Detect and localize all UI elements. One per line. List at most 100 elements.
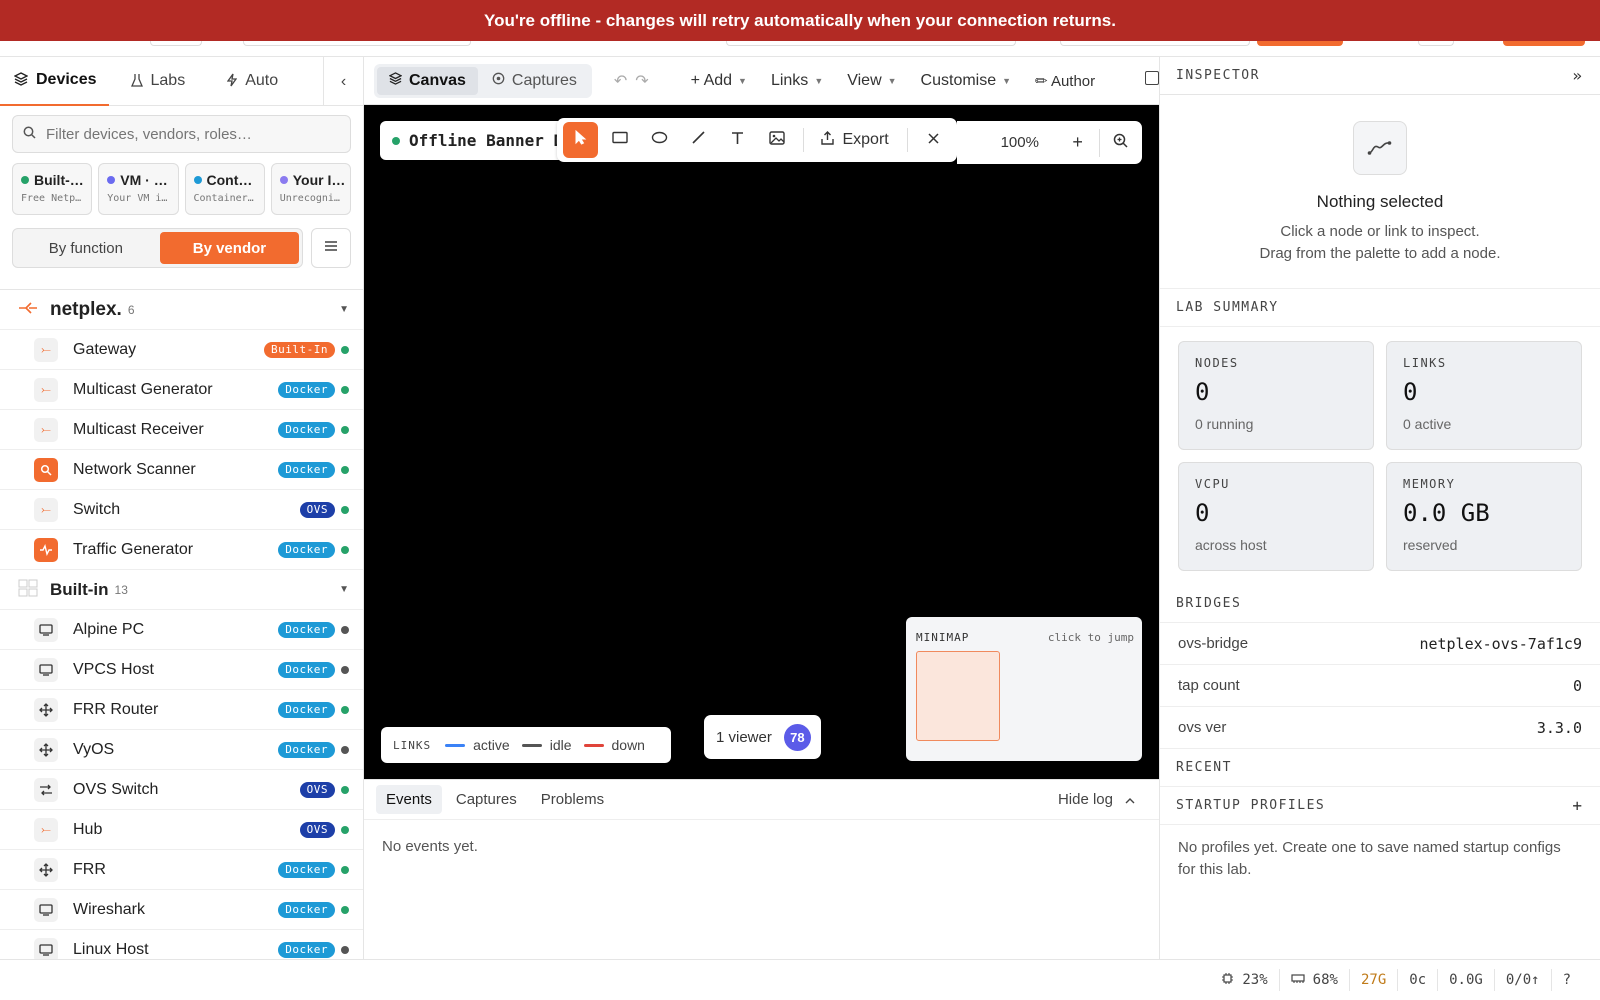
header-control[interactable] [150,41,202,46]
device-item-network-scanner[interactable]: Network Scanner Docker [0,450,363,490]
author-label: ✏ Author [1035,72,1096,90]
help-icon: ? [1562,972,1571,988]
viewers-label: 1 viewer [716,728,772,746]
export-button[interactable]: Export [811,130,898,150]
device-item-traffic-generator[interactable]: Traffic Generator Docker [0,530,363,570]
device-item-alpine-pc[interactable]: Alpine PC Docker [0,610,363,650]
author-button[interactable]: ✏ Author [1035,72,1095,90]
memory-value: 68% [1312,972,1338,988]
device-item-vyos[interactable]: VyOS Docker [0,730,363,770]
minimap-viewport[interactable] [916,651,1000,741]
card-key: VCPU [1195,477,1230,491]
lab-canvas[interactable]: Offline Banner De Export 100% + LINKS ac… [364,105,1159,779]
viewers-chip[interactable]: 1 viewer 78 [704,715,821,759]
by-function-button[interactable]: By function [16,232,156,264]
device-item-frr-router[interactable]: FRR Router Docker [0,690,363,730]
disk-value: 27G [1360,972,1387,988]
line-tool-button[interactable] [681,122,716,158]
inspector-title: INSPECTOR [1176,68,1260,83]
captures-view-button[interactable]: Captures [480,67,589,95]
bolt-icon [226,73,238,90]
links-menu-label: Links [770,71,809,89]
header-search[interactable] [243,41,471,46]
collapse-sidebar-button[interactable]: ‹ [323,57,363,106]
startup-profiles-title: STARTUP PROFILES [1176,798,1326,813]
links-menu[interactable]: Links ▼ [771,72,823,90]
zoom-in-button[interactable]: + [1057,132,1099,153]
category-card-container[interactable]: Cont… Container… [184,163,265,215]
customise-menu[interactable]: Customise ▼ [921,72,1012,90]
device-name: Switch [73,500,121,518]
summary-card-links: LINKS 0 0 active [1386,341,1582,450]
category-card-vm[interactable]: VM · … Your VM i… [98,163,179,215]
card-sub: 0 running [1195,416,1254,432]
header-icon-button[interactable] [1418,41,1454,46]
image-icon[interactable] [1145,71,1159,85]
add-menu-label: + Add [690,71,733,89]
device-name: Linux Host [73,940,149,958]
header-primary-button[interactable] [1257,41,1343,46]
zoom-fit-button[interactable] [1100,132,1142,153]
startup-profiles-header: STARTUP PROFILES + [1160,787,1600,825]
device-item-switch[interactable]: ⤚ Switch OVS [0,490,363,530]
canvas-toolbar: Canvas Captures ↶↷ + Add ▼ Links ▼ View ▼ C… [364,57,1159,105]
header-input[interactable] [726,41,1016,46]
tab-devices-label: Devices [36,71,97,88]
tab-auto[interactable]: Auto [215,57,290,106]
swap-value: 0.0G [1449,972,1483,988]
device-item-multicast-receiver[interactable]: ⤚ Multicast Receiver Docker [0,410,363,450]
device-item-wireshark[interactable]: Wireshark Docker [0,890,363,930]
collapse-inspector-button[interactable]: » [1572,66,1582,85]
device-item-multicast-generator[interactable]: ⤚ Multicast Generator Docker [0,370,363,410]
tab-events[interactable]: Events [376,785,442,814]
close-drawing-button[interactable] [916,122,951,158]
tab-devices[interactable]: Devices [0,57,109,106]
hide-log-button[interactable]: Hide log [1058,791,1135,808]
category-card-builtin[interactable]: Built-… Free Netp… [12,163,93,215]
help-button[interactable]: ? [1550,969,1582,991]
device-item-gateway[interactable]: ⤚ Gateway Built-In [0,330,363,370]
rectangle-tool-button[interactable] [602,122,637,158]
lab-summary-title: LAB SUMMARY [1176,300,1279,315]
device-name: OVS Switch [73,780,159,798]
add-menu[interactable]: + Add ▼ [691,72,747,90]
device-filter-input[interactable] [46,125,326,143]
by-vendor-button[interactable]: By vendor [159,232,300,264]
header-control[interactable] [1060,41,1250,46]
device-item-ovs-switch[interactable]: OVS Switch OVS [0,770,363,810]
header-primary-button[interactable] [1503,41,1585,46]
category-subtitle: Your VM i… [107,193,168,204]
minimap[interactable]: MINIMAP click to jump [906,617,1142,761]
device-badge: Docker [278,741,335,758]
device-item-frr[interactable]: FRR Docker [0,850,363,890]
undo-redo-icons[interactable]: ↶↷ [614,71,657,91]
vendor-group-builtin[interactable]: Built-in 13 ▼ [0,570,363,610]
list-view-button[interactable] [311,228,351,268]
select-tool-button[interactable] [563,122,599,158]
category-card-your-images[interactable]: Your I… Unrecogni… [270,163,351,215]
ellipse-tool-button[interactable] [642,122,677,158]
ellipse-icon [651,131,668,149]
device-status-dot [341,905,349,914]
tab-labs[interactable]: Labs [119,57,198,106]
monitor-icon [34,897,58,922]
cpu-value: 23% [1242,972,1268,988]
device-item-linux-host[interactable]: Linux Host Docker [0,930,363,959]
tab-auto-label: Auto [245,72,279,89]
canvas-view-button[interactable]: Canvas [377,66,478,95]
legend-line-down [583,743,604,747]
device-item-hub[interactable]: ⤚ Hub OVS [0,810,363,850]
view-menu[interactable]: View ▼ [847,72,896,90]
text-tool-button[interactable] [720,122,755,158]
tab-problems[interactable]: Problems [531,785,614,814]
device-filter[interactable] [12,115,351,153]
customise-menu-label: Customise [920,71,997,89]
summary-card-memory: MEMORY 0.0 GB reserved [1386,462,1582,571]
add-profile-button[interactable]: + [1572,796,1582,815]
chevron-down-icon: ▼ [339,304,349,315]
router-icon [34,857,58,882]
tab-captures[interactable]: Captures [446,785,527,814]
vendor-group-netplex[interactable]: netplex. 6 ▼ [0,290,363,330]
device-item-vpcs-host[interactable]: VPCS Host Docker [0,650,363,690]
image-tool-button[interactable] [759,122,794,158]
